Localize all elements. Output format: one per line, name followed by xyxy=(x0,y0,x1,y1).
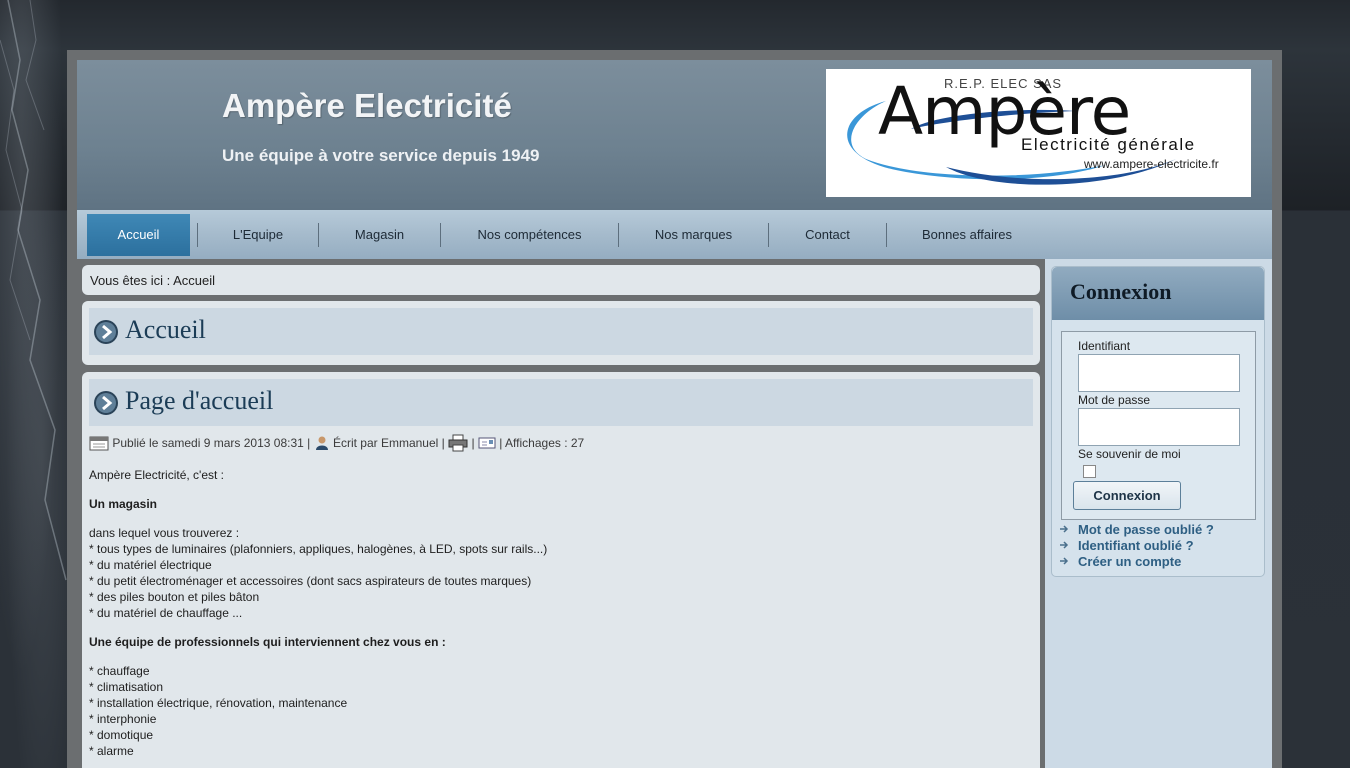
main-content: Vous êtes ici : Accueil Accueil Page d'a… xyxy=(77,259,1045,768)
article-author: Écrit par Emmanuel | xyxy=(332,436,445,450)
password-input[interactable] xyxy=(1078,408,1240,446)
arrow-circle-icon xyxy=(94,320,118,344)
login-title: Connexion xyxy=(1070,279,1172,304)
article-heading-shop: Un magasin xyxy=(89,497,158,511)
list-item: * tous types de luminaires (plafonniers,… xyxy=(89,542,548,556)
login-module: Connexion Identifiant Mot de passe Se so… xyxy=(1051,266,1265,577)
link-arrow-icon xyxy=(1060,557,1069,565)
link-arrow-icon xyxy=(1060,541,1069,549)
username-label: Identifiant xyxy=(1078,339,1131,353)
forgot-username-text: Identifiant oublié ? xyxy=(1078,538,1194,553)
password-label: Mot de passe xyxy=(1078,393,1151,407)
login-form: Identifiant Mot de passe Se souvenir de … xyxy=(1061,331,1256,520)
list-item: * interphonie xyxy=(89,712,157,726)
email-icon[interactable] xyxy=(478,436,496,450)
list-item: * climatisation xyxy=(89,680,164,694)
meta-separator: | xyxy=(471,436,475,450)
login-module-header: Connexion xyxy=(1052,267,1264,320)
site-slogan: Une équipe à votre service depuis 1949 xyxy=(222,146,540,165)
page-title-box: Accueil xyxy=(82,301,1040,365)
nav-item-magasin[interactable]: Magasin xyxy=(319,214,440,256)
link-arrow-icon xyxy=(1060,525,1069,533)
lightning-decoration xyxy=(0,0,70,768)
list-item: * chauffage xyxy=(89,664,150,678)
logo-sub-text: Electricité générale xyxy=(1021,135,1196,154)
print-icon[interactable] xyxy=(448,434,468,452)
site-title[interactable]: Ampère Electricité xyxy=(222,87,512,125)
article-intro: Ampère Electricité, c'est : xyxy=(89,468,224,482)
create-account-text: Créer un compte xyxy=(1078,554,1182,569)
list-item: * du petit électroménager et accessoires… xyxy=(89,574,532,588)
article-meta: Publié le samedi 9 mars 2013 08:31 | Écr… xyxy=(89,434,584,454)
article: Page d'accueil Publié le samedi 9 mars 2… xyxy=(82,372,1040,768)
article-title: Page d'accueil xyxy=(125,386,274,415)
list-item: * du matériel électrique xyxy=(89,558,212,572)
logo-url-text: www.ampere-electricite.fr xyxy=(1084,157,1219,171)
article-title-bar: Page d'accueil xyxy=(89,379,1033,426)
forgot-password-text: Mot de passe oublié ? xyxy=(1078,522,1214,537)
page-title: Accueil xyxy=(125,315,206,344)
list-item: * du matériel de chauffage ... xyxy=(89,606,243,620)
main-navigation: Accueil L'Equipe Magasin Nos compétences… xyxy=(77,210,1272,259)
article-heading-team: Une équipe de professionnels qui intervi… xyxy=(89,635,446,649)
page-wrapper: Ampère Electricité Une équipe à votre se… xyxy=(67,50,1282,768)
arrow-circle-icon xyxy=(94,391,118,415)
sidebar: Connexion Identifiant Mot de passe Se so… xyxy=(1045,259,1272,768)
remember-checkbox[interactable] xyxy=(1083,465,1096,478)
remember-label: Se souvenir de moi xyxy=(1078,447,1181,461)
nav-item-competences[interactable]: Nos compétences xyxy=(441,214,618,256)
site-header: Ampère Electricité Une équipe à votre se… xyxy=(77,60,1272,210)
breadcrumb: Vous êtes ici : Accueil xyxy=(82,265,1040,295)
nav-item-contact[interactable]: Contact xyxy=(769,214,886,256)
nav-item-bonnes-affaires[interactable]: Bonnes affaires xyxy=(887,214,1047,256)
article-views: | Affichages : 27 xyxy=(499,436,585,450)
calendar-icon xyxy=(89,436,109,451)
login-button[interactable]: Connexion xyxy=(1073,481,1181,510)
nav-item-accueil[interactable]: Accueil xyxy=(87,214,190,256)
nav-item-marques[interactable]: Nos marques xyxy=(619,214,768,256)
company-logo[interactable]: R.E.P. ELEC SAS Ampère Electricité génér… xyxy=(826,69,1251,197)
login-links: Mot de passe oublié ? Identifiant oublié… xyxy=(1058,522,1214,570)
nav-item-equipe[interactable]: L'Equipe xyxy=(198,214,318,256)
list-item: * des piles bouton et piles bâton xyxy=(89,590,260,604)
forgot-password-link[interactable]: Mot de passe oublié ? xyxy=(1058,522,1214,538)
article-body: Ampère Electricité, c'est : Un magasin d… xyxy=(89,467,1029,768)
list-item: * domotique xyxy=(89,728,154,742)
list-intro: dans lequel vous trouverez : xyxy=(89,526,240,540)
forgot-username-link[interactable]: Identifiant oublié ? xyxy=(1058,538,1214,554)
create-account-link[interactable]: Créer un compte xyxy=(1058,554,1214,570)
list-item: * installation électrique, rénovation, m… xyxy=(89,696,348,710)
list-item: * alarme xyxy=(89,744,134,758)
page-title-bar: Accueil xyxy=(89,308,1033,355)
username-input[interactable] xyxy=(1078,354,1240,392)
user-icon xyxy=(315,436,328,450)
published-date: Publié le samedi 9 mars 2013 08:31 | xyxy=(112,436,311,450)
